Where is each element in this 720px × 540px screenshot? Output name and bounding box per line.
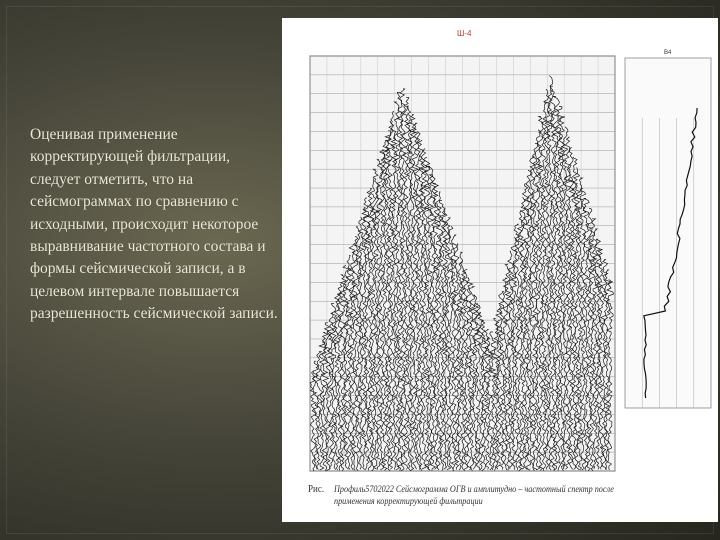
figure-caption: Профиль5702022 Сейсмограмма ОГВ и амплит… <box>334 485 614 507</box>
seismogram-figure: Ш-4 В4 Рис. Профиль5702022 Сейсмограмма … <box>282 18 718 522</box>
spectrum-panel: В4 <box>624 50 712 409</box>
figure-caption-label: Рис. <box>308 484 325 495</box>
seismogram-panel <box>309 55 616 472</box>
spectrum-title: В4 <box>664 50 672 56</box>
slide-body-text: Оценивая применение корректирующей фильт… <box>30 126 278 323</box>
seismogram-figure-graphic: Ш-4 В4 <box>309 29 712 472</box>
figure-top-label: Ш-4 <box>457 29 472 38</box>
